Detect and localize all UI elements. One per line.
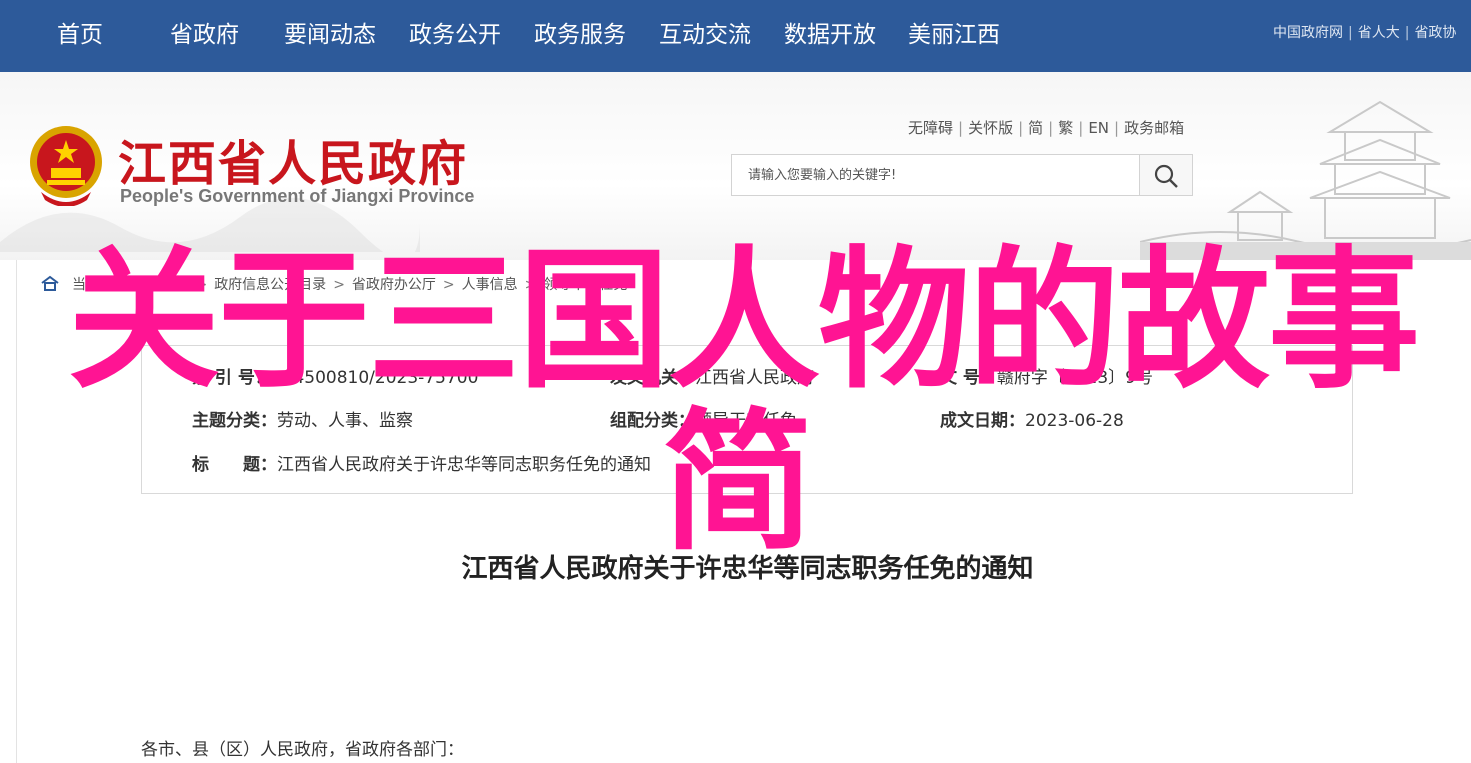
nav-item-news[interactable]: 要闻动态 [284,18,376,52]
tool-gov-mailbox[interactable]: 政务邮箱 [1124,119,1184,137]
tool-simplified[interactable]: 简 [1028,119,1043,137]
divider: | [958,119,964,137]
meta-title-label: 标 题： [192,455,277,475]
meta-topic: 主题分类：劳动、人事、监察 [192,406,413,431]
meta-topic-value: 劳动、人事、监察 [277,411,413,431]
nav-item-provincial-gov[interactable]: 省政府 [170,18,239,52]
divider: | [1078,119,1084,137]
divider: | [1404,25,1410,41]
nav-item-gov-services[interactable]: 政务服务 [534,18,626,52]
nav-item-open-data[interactable]: 数据开放 [784,18,876,52]
overlay-text-line1: 关于三国人物的故事 [68,232,1420,409]
nav-item-home[interactable]: 首页 [57,18,103,52]
divider: | [1114,119,1120,137]
site-title: 江西省人民政府 [118,136,469,192]
meta-topic-label: 主题分类： [192,411,277,431]
link-provincial-congress[interactable]: 省人大 [1358,25,1400,41]
tool-accessibility[interactable]: 无障碍 [908,119,953,137]
search-button[interactable] [1139,155,1192,195]
overlay-text-line2: 简 [662,394,814,571]
top-external-links: 中国政府网 | 省人大 | 省政协 [1273,22,1456,44]
divider: | [1348,25,1353,41]
top-nav-bar: 首页 省政府 要闻动态 政务公开 政务服务 互动交流 数据开放 美丽江西 中国政… [0,0,1471,72]
meta-date-value: 2023-06-28 [1025,411,1124,431]
meta-title: 标 题：江西省人民政府关于许忠华等同志职务任免的通知 [192,450,651,475]
search-box [731,154,1193,196]
search-icon [1154,164,1178,188]
meta-date-label: 成文日期： [940,411,1025,431]
meta-title-value: 江西省人民政府关于许忠华等同志职务任免的通知 [277,455,651,475]
tool-traditional[interactable]: 繁 [1058,119,1073,137]
nav-item-interaction[interactable]: 互动交流 [659,18,751,52]
link-china-gov[interactable]: 中国政府网 [1273,25,1343,41]
document-salutation: 各市、县（区）人民政府，省政府各部门： [141,740,464,760]
tool-english[interactable]: EN [1088,119,1109,137]
national-emblem-icon [30,126,102,206]
accessibility-tools: 无障碍 | 关怀版 | 简 | 繁 | EN | 政务邮箱 [908,117,1184,138]
home-icon [41,275,59,291]
link-provincial-cppcc[interactable]: 省政协 [1414,25,1456,41]
site-subtitle: People's Government of Jiangxi Province [120,186,475,206]
divider: | [1018,119,1024,137]
nav-item-beautiful-jiangxi[interactable]: 美丽江西 [908,18,1000,52]
meta-date: 成文日期：2023-06-28 [940,406,1124,431]
divider: | [1048,119,1054,137]
search-input[interactable] [732,155,1140,195]
tool-care-mode[interactable]: 关怀版 [968,119,1013,137]
nav-item-gov-affairs-public[interactable]: 政务公开 [409,18,501,52]
